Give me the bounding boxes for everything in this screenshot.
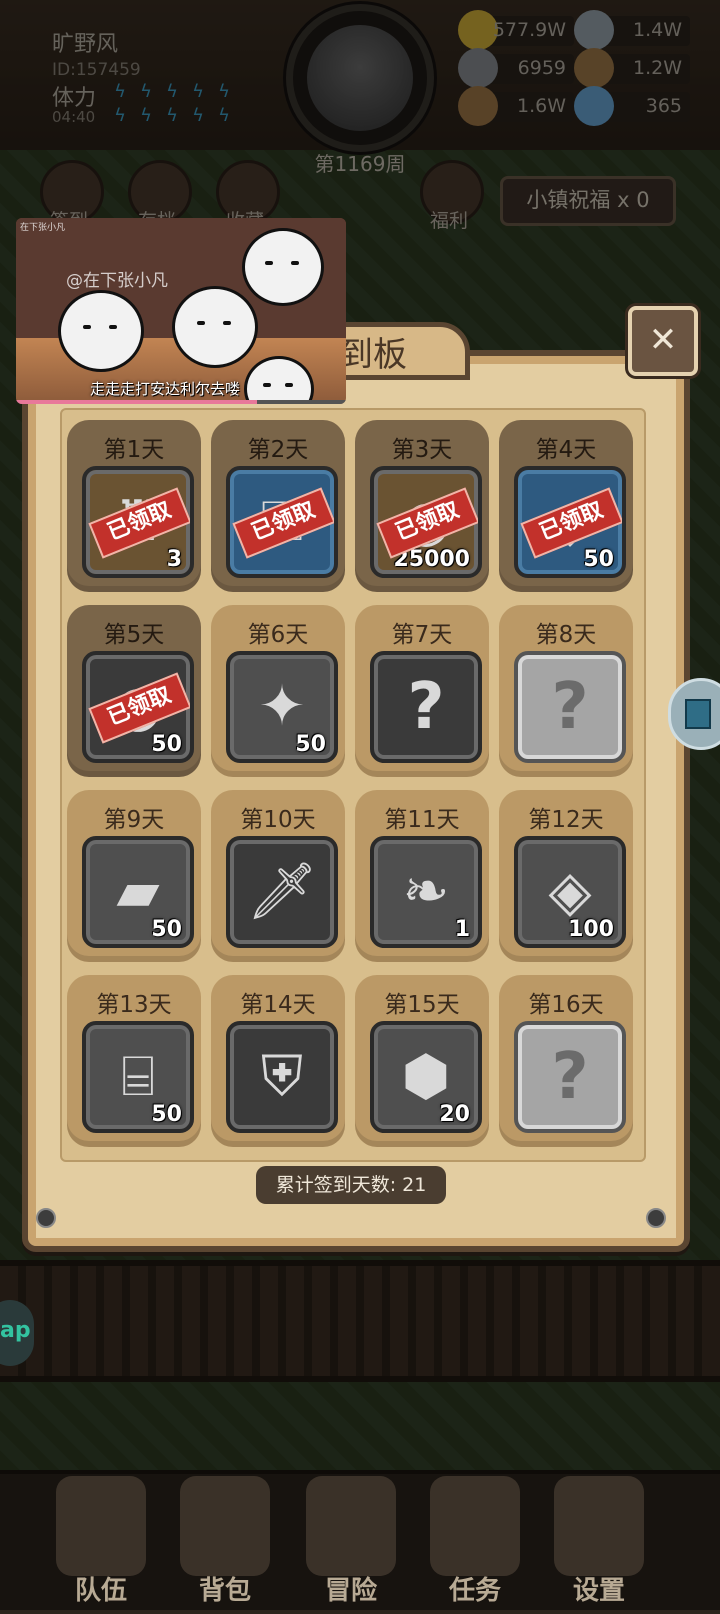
meme-face-icon [242, 228, 324, 306]
nav-label: 设置 [572, 1576, 625, 1606]
day-cell[interactable]: 第3天 ◎25000已领取 [355, 420, 489, 592]
day-cell[interactable]: 第12天 ◈ 100 [499, 790, 633, 962]
side-float-button[interactable] [668, 678, 720, 750]
reward-slot: ⚿已领取 [226, 466, 338, 578]
day-cell[interactable]: 第13天 ⌸ 50 [67, 975, 201, 1147]
day-label: 第11天 [384, 807, 460, 833]
reward-slot: ? [370, 651, 482, 763]
reward-slot: ⬢ 20 [370, 1021, 482, 1133]
day-cell[interactable]: 第7天? [355, 605, 489, 777]
day-label: 第2天 [247, 437, 309, 463]
video-tiny-watermark: 在下张小凡 [20, 223, 66, 233]
mystery-icon: ? [551, 670, 589, 744]
day-label: 第5天 [103, 622, 165, 648]
nav-team[interactable]: 队伍 [46, 1476, 156, 1606]
nav-quest[interactable]: 任务 [420, 1476, 530, 1606]
floating-video[interactable]: 在下张小凡 @在下张小凡 走走走打安达利尔去喽 [16, 218, 346, 404]
total-checkin-days: 累计签到天数: 21 [256, 1166, 446, 1204]
day-cell[interactable]: 第14天 ⛨ [211, 975, 345, 1147]
day-label: 第14天 [240, 992, 316, 1018]
sword-icon: 🗡 [246, 859, 318, 924]
reward-slot: 🗡 [226, 836, 338, 948]
day-cell[interactable]: 第9天 ▰ 50 [67, 790, 201, 962]
day-label: 第1天 [103, 437, 165, 463]
rivet-icon [646, 1208, 666, 1228]
cube-icon [685, 699, 711, 729]
day-cell[interactable]: 第4天 ◆50已领取 [499, 420, 633, 592]
reward-quantity: 50 [151, 732, 182, 757]
reward-slot: ◆50已领取 [514, 466, 626, 578]
day-label: 第12天 [528, 807, 604, 833]
left-float-text: ap [0, 1318, 31, 1343]
settings-icon [554, 1476, 644, 1576]
day-cell[interactable]: 第8天? [499, 605, 633, 777]
nav-label: 冒险 [324, 1576, 377, 1606]
meme-face-icon [244, 356, 314, 404]
reward-quantity: 100 [568, 917, 614, 942]
day-cell[interactable]: 第5天 ●50已领取 [67, 605, 201, 777]
mystery-icon: ? [407, 670, 445, 744]
meme-face-icon [172, 286, 258, 368]
video-subtitle: 走走走打安达利尔去喽 [90, 380, 241, 398]
reward-quantity: 50 [295, 732, 326, 757]
mystery-icon: ? [551, 1040, 589, 1114]
adventure-icon [306, 1476, 396, 1576]
day-cell[interactable]: 第6天 ✦ 50 [211, 605, 345, 777]
nav-backpack[interactable]: 背包 [170, 1476, 280, 1606]
reward-slot: ♜3已领取 [82, 466, 194, 578]
day-label: 第8天 [535, 622, 597, 648]
video-watermark: @在下张小凡 [66, 271, 168, 291]
reward-slot: ◎25000已领取 [370, 466, 482, 578]
reward-quantity: 50 [583, 547, 614, 572]
left-float-button[interactable]: ap [0, 1300, 34, 1366]
reward-slot: ? [514, 1021, 626, 1133]
day-label: 第10天 [240, 807, 316, 833]
reward-slot: ⌸ 50 [82, 1021, 194, 1133]
reward-slot: ▰ 50 [82, 836, 194, 948]
day-label: 第3天 [391, 437, 453, 463]
day-cell[interactable]: 第15天 ⬢ 20 [355, 975, 489, 1147]
nav-label: 背包 [198, 1576, 251, 1606]
close-icon: ✕ [648, 320, 678, 360]
reward-quantity: 3 [166, 547, 182, 572]
rivet-icon [36, 1208, 56, 1228]
nav-label: 任务 [448, 1576, 501, 1606]
reward-slot: ? [514, 651, 626, 763]
day-label: 第15天 [384, 992, 460, 1018]
reward-quantity: 20 [439, 1102, 470, 1127]
nav-adventure[interactable]: 冒险 [296, 1476, 406, 1606]
video-progress-bar[interactable] [16, 400, 346, 404]
team-icon [56, 1476, 146, 1576]
reward-slot: ◈ 100 [514, 836, 626, 948]
reward-slot: ⛨ [226, 1021, 338, 1133]
reward-slot: ❧ 1 [370, 836, 482, 948]
reward-slot: ✦ 50 [226, 651, 338, 763]
day-cell[interactable]: 第16天? [499, 975, 633, 1147]
backpack-icon: ⛨ [261, 1044, 303, 1109]
day-label: 第16天 [528, 992, 604, 1018]
reward-quantity: 50 [151, 1102, 182, 1127]
day-label: 第6天 [247, 622, 309, 648]
day-label: 第9天 [103, 807, 165, 833]
quest-icon [430, 1476, 520, 1576]
backpack-icon [180, 1476, 270, 1576]
nav-label: 队伍 [74, 1576, 127, 1606]
reward-quantity: 1 [454, 917, 470, 942]
reward-slot: ●50已领取 [82, 651, 194, 763]
day-cell[interactable]: 第1天 ♜3已领取 [67, 420, 201, 592]
day-cell[interactable]: 第2天 ⚿已领取 [211, 420, 345, 592]
day-label: 第4天 [535, 437, 597, 463]
day-label: 第13天 [96, 992, 172, 1018]
day-cell[interactable]: 第10天 🗡 [211, 790, 345, 962]
day-label: 第7天 [391, 622, 453, 648]
nav-settings[interactable]: 设置 [544, 1476, 654, 1606]
reward-quantity: 50 [151, 917, 182, 942]
day-cell[interactable]: 第11天 ❧ 1 [355, 790, 489, 962]
video-progress-fill [16, 400, 257, 404]
meme-face-icon [58, 290, 144, 372]
close-button[interactable]: ✕ [628, 306, 698, 376]
